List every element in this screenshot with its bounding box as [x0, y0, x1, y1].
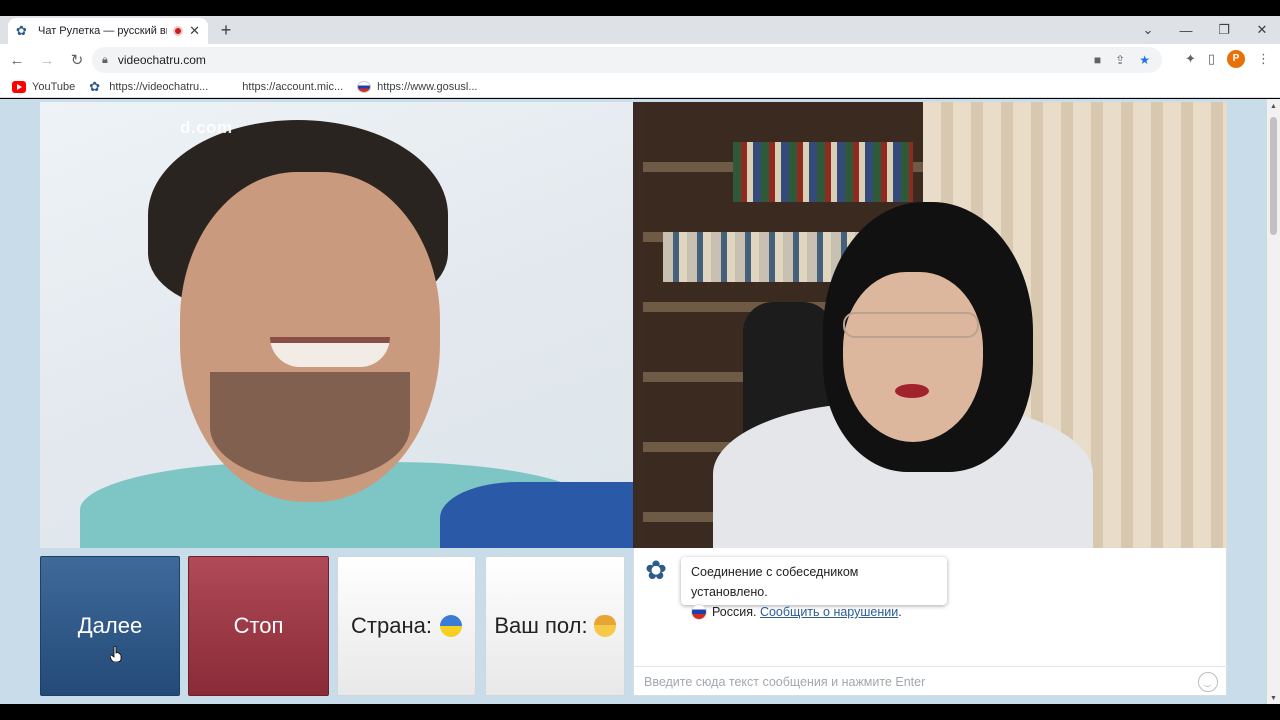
- chat-input-area: [634, 666, 1228, 696]
- videochat-flower-icon: ✿: [645, 555, 667, 585]
- stop-button[interactable]: Стоп: [188, 556, 329, 696]
- stop-button-label: Стоп: [233, 613, 284, 638]
- russia-flag-icon: [357, 80, 372, 93]
- gender-select-button[interactable]: Ваш пол:: [485, 556, 625, 696]
- country-button-label: Страна:: [351, 613, 432, 638]
- local-video: [633, 102, 1227, 548]
- system-message: Соединение с собеседником установлено. Р…: [681, 557, 947, 620]
- video-figure-shirt-stripe: [440, 482, 633, 548]
- bookmark-label: https://www.gosusl...: [377, 80, 478, 93]
- video-books: [733, 142, 913, 202]
- report-link-suffix: .: [898, 605, 902, 619]
- lock-icon[interactable]: 🔒︎: [102, 54, 108, 67]
- chevron-down-icon[interactable]: ⌄: [1140, 22, 1156, 38]
- report-abuse-link[interactable]: Сообщить о нарушении: [760, 602, 898, 622]
- tab-strip: ✿ Чат Рулетка — русский видео ✕ + ⌄ — ❐ …: [0, 16, 1280, 44]
- extensions-puzzle-icon[interactable]: ✦: [1185, 51, 1196, 67]
- window-controls: ⌄ — ❐ ✕: [1140, 18, 1270, 42]
- back-arrow-icon[interactable]: ←: [4, 52, 30, 69]
- close-icon[interactable]: ✕: [1254, 22, 1270, 38]
- video-figure-beard: [210, 372, 410, 482]
- gender-button-label: Ваш пол:: [494, 613, 588, 638]
- russia-flag-icon: [691, 604, 707, 620]
- videochat-flower-icon: ✿: [89, 78, 101, 94]
- profile-avatar[interactable]: P: [1227, 50, 1245, 68]
- bookmark-label: YouTube: [32, 80, 76, 93]
- browser-tab[interactable]: ✿ Чат Рулетка — русский видео ✕: [8, 18, 208, 44]
- share-icon[interactable]: ⇪: [1115, 53, 1125, 67]
- tab-close-icon[interactable]: ✕: [189, 23, 200, 39]
- chat-panel: ✿ Соединение с собеседником установлено.…: [633, 548, 1228, 696]
- address-bar[interactable]: 🔒︎ videochatru.com ■ ⇪ ★: [92, 47, 1162, 73]
- emoji-smile-icon[interactable]: [1198, 672, 1218, 692]
- connection-status-text: Соединение с собеседником установлено.: [691, 565, 859, 599]
- chat-message-input[interactable]: [644, 674, 1184, 689]
- reload-icon[interactable]: ↻: [64, 51, 90, 69]
- microsoft-icon: [222, 81, 236, 93]
- partner-country-row: Россия. Сообщить о нарушении.: [691, 602, 937, 622]
- recording-indicator-icon: [173, 26, 184, 36]
- partner-country: Россия.: [712, 605, 757, 619]
- video-figure-face: [843, 272, 983, 442]
- minimize-icon[interactable]: —: [1178, 23, 1194, 38]
- browser-toolbar: ← → ↻ 🔒︎ videochatru.com ■ ⇪ ★ ✦ ▯ P ⋮: [0, 44, 1280, 76]
- tab-title: Чат Рулетка — русский видео: [38, 25, 167, 37]
- menu-dots-icon[interactable]: ⋮: [1257, 51, 1270, 67]
- forward-arrow-icon[interactable]: →: [34, 52, 60, 69]
- remote-video: d.com: [40, 102, 633, 548]
- bookmark-gosuslugi[interactable]: https://www.gosusl...: [357, 80, 478, 93]
- video-figure-glasses: [843, 312, 979, 338]
- new-tab-button[interactable]: +: [216, 20, 236, 40]
- bookmarks-bar: YouTube ✿ https://videochatru... https:/…: [0, 76, 1280, 98]
- bookmark-label: https://videochatru...: [109, 80, 209, 93]
- female-face-icon: [593, 615, 616, 637]
- scroll-up-icon[interactable]: ▲: [1270, 103, 1277, 110]
- page-content: d.com Далее Стоп Страна: Ваш пол: ✿ Соед…: [0, 99, 1267, 704]
- hand-cursor-icon: [110, 646, 122, 662]
- bookmark-videochatru[interactable]: ✿ https://videochatru...: [89, 78, 209, 94]
- url-text: videochatru.com: [117, 53, 206, 67]
- youtube-icon: [12, 80, 26, 93]
- bookmark-microsoft[interactable]: https://account.mic...: [222, 81, 343, 93]
- bookmark-star-icon[interactable]: ★: [1139, 53, 1150, 67]
- video-watermark: d.com: [180, 118, 233, 137]
- extension-area: ✦ ▯ P ⋮: [1185, 50, 1270, 68]
- bookmark-youtube[interactable]: YouTube: [12, 80, 76, 93]
- ukraine-flag-icon: [439, 615, 462, 637]
- next-button[interactable]: Далее: [40, 556, 180, 696]
- next-button-label: Далее: [77, 613, 143, 638]
- restore-icon[interactable]: ❐: [1216, 22, 1232, 38]
- country-select-button[interactable]: Страна:: [337, 556, 476, 696]
- scroll-down-icon[interactable]: ▼: [1270, 695, 1277, 702]
- video-figure-smile: [270, 337, 390, 367]
- video-figure-lips: [895, 384, 929, 398]
- page-scrollbar[interactable]: ▲ ▼: [1267, 99, 1280, 704]
- bookmark-label: https://account.mic...: [242, 80, 344, 93]
- letterbox-top: [0, 0, 1280, 16]
- letterbox-bottom: [0, 704, 1280, 720]
- videochat-flower-icon: ✿: [16, 23, 27, 38]
- address-bar-actions: ■ ⇪ ★: [1094, 47, 1150, 73]
- side-panel-icon[interactable]: ▯: [1208, 51, 1215, 67]
- scrollbar-thumb[interactable]: [1270, 117, 1277, 235]
- camera-icon[interactable]: ■: [1094, 53, 1101, 67]
